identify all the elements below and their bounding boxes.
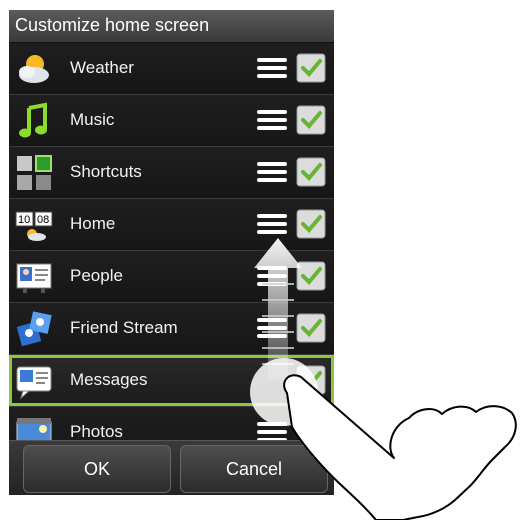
shortcuts-icon	[17, 155, 52, 190]
list-item-messages[interactable]: Messages	[9, 355, 334, 407]
svg-text:10: 10	[18, 214, 30, 226]
checkbox[interactable]	[296, 313, 326, 343]
checkbox[interactable]	[296, 209, 326, 239]
music-icon	[19, 102, 47, 138]
checkbox[interactable]	[296, 53, 326, 83]
list-item-friend-stream[interactable]: Friend Stream	[9, 303, 334, 355]
list-item-label: Home	[70, 214, 116, 233]
weather-icon	[19, 55, 49, 83]
list-item-label: Messages	[70, 370, 148, 389]
list-item-weather[interactable]: Weather	[9, 43, 334, 95]
checkbox[interactable]	[296, 365, 326, 395]
drag-handle-icon[interactable]	[257, 161, 287, 183]
list-item-people[interactable]: People	[9, 251, 334, 303]
bottom-button-bar: OK Cancel	[9, 440, 334, 495]
list-item-label: Shortcuts	[70, 162, 142, 181]
home-clock-icon: 10 08	[15, 211, 53, 241]
messages-icon	[16, 366, 52, 400]
svg-text:08: 08	[37, 214, 49, 226]
list-item-label: Friend Stream	[70, 318, 178, 337]
list-item-music[interactable]: Music	[9, 95, 334, 147]
customize-home-screen: Customize home screen Weather Music Shor…	[9, 10, 334, 495]
drag-handle-icon[interactable]	[257, 317, 287, 339]
page-title: Customize home screen	[15, 15, 210, 35]
title-bar: Customize home screen	[9, 10, 334, 43]
drag-handle-icon[interactable]	[257, 109, 287, 131]
checkbox[interactable]	[296, 261, 326, 291]
list-item-home[interactable]: 10 08 Home	[9, 199, 334, 251]
list-item-label: Music	[70, 110, 115, 129]
people-icon	[16, 263, 52, 293]
drag-handle-icon[interactable]	[257, 265, 287, 287]
drag-handle-icon[interactable]	[257, 57, 287, 79]
list-item-label: People	[70, 266, 123, 285]
checkbox[interactable]	[296, 105, 326, 135]
list-item-label: Weather	[70, 58, 134, 77]
drag-handle-icon[interactable]	[257, 213, 287, 235]
friend-stream-icon	[16, 311, 52, 347]
cancel-button[interactable]: Cancel	[180, 445, 328, 493]
ok-button[interactable]: OK	[23, 445, 171, 493]
checkbox[interactable]	[296, 157, 326, 187]
list-item-shortcuts[interactable]: Shortcuts	[9, 147, 334, 199]
list-item-label: Photos	[70, 422, 123, 441]
